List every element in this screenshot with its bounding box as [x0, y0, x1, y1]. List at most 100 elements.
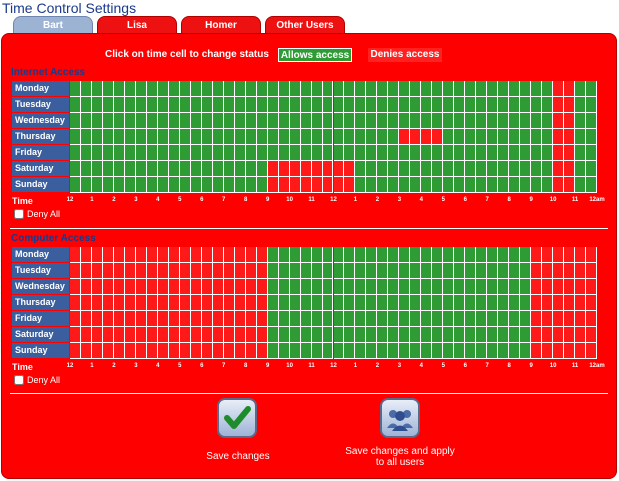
internet-time-cell[interactable]: [124, 145, 136, 161]
internet-time-cell[interactable]: [476, 145, 488, 161]
internet-time-cell[interactable]: [300, 161, 312, 177]
internet-time-cell[interactable]: [267, 81, 279, 97]
internet-time-cell[interactable]: [311, 113, 323, 129]
internet-time-cell[interactable]: [399, 145, 411, 161]
internet-time-cell[interactable]: [91, 113, 103, 129]
computer-time-cell[interactable]: [146, 295, 158, 311]
internet-time-cell[interactable]: [157, 145, 169, 161]
internet-time-cell[interactable]: [553, 113, 565, 129]
internet-time-cell[interactable]: [366, 113, 378, 129]
computer-time-cell[interactable]: [234, 311, 246, 327]
internet-time-cell[interactable]: [476, 113, 488, 129]
computer-time-cell[interactable]: [410, 263, 422, 279]
internet-time-cell[interactable]: [564, 113, 576, 129]
internet-time-cell[interactable]: [245, 177, 257, 193]
computer-time-cell[interactable]: [190, 279, 202, 295]
internet-time-cell[interactable]: [553, 145, 565, 161]
computer-time-cell[interactable]: [531, 343, 543, 359]
computer-time-cell[interactable]: [465, 263, 477, 279]
computer-time-cell[interactable]: [443, 327, 455, 343]
computer-time-cell[interactable]: [300, 263, 312, 279]
computer-time-cell[interactable]: [289, 263, 301, 279]
computer-time-cell[interactable]: [366, 263, 378, 279]
computer-time-cell[interactable]: [212, 343, 224, 359]
internet-time-cell[interactable]: [388, 129, 400, 145]
internet-time-cell[interactable]: [190, 97, 202, 113]
internet-time-cell[interactable]: [498, 129, 510, 145]
internet-time-cell[interactable]: [256, 81, 268, 97]
computer-time-cell[interactable]: [388, 311, 400, 327]
internet-time-cell[interactable]: [564, 145, 576, 161]
computer-time-cell[interactable]: [91, 263, 103, 279]
internet-time-cell[interactable]: [223, 113, 235, 129]
internet-time-cell[interactable]: [168, 177, 180, 193]
internet-time-cell[interactable]: [586, 81, 597, 97]
computer-time-cell[interactable]: [377, 311, 389, 327]
internet-time-cell[interactable]: [575, 129, 586, 145]
internet-time-cell[interactable]: [267, 97, 279, 113]
computer-time-cell[interactable]: [256, 295, 268, 311]
computer-time-cell[interactable]: [542, 343, 554, 359]
computer-time-cell[interactable]: [300, 311, 312, 327]
computer-time-cell[interactable]: [113, 247, 125, 263]
computer-time-cell[interactable]: [212, 263, 224, 279]
computer-time-cell[interactable]: [421, 247, 433, 263]
computer-time-cell[interactable]: [355, 263, 367, 279]
internet-time-cell[interactable]: [509, 161, 521, 177]
computer-time-cell[interactable]: [311, 343, 323, 359]
internet-time-cell[interactable]: [487, 161, 499, 177]
computer-time-cell[interactable]: [421, 263, 433, 279]
computer-time-cell[interactable]: [289, 327, 301, 343]
computer-time-cell[interactable]: [80, 247, 92, 263]
computer-time-cell[interactable]: [509, 327, 521, 343]
computer-time-cell[interactable]: [498, 343, 510, 359]
internet-time-cell[interactable]: [113, 81, 125, 97]
internet-time-cell[interactable]: [564, 97, 576, 113]
computer-time-cell[interactable]: [201, 263, 213, 279]
internet-time-cell[interactable]: [421, 145, 433, 161]
internet-time-cell[interactable]: [487, 177, 499, 193]
computer-time-cell[interactable]: [564, 263, 576, 279]
internet-time-cell[interactable]: [80, 129, 92, 145]
computer-time-cell[interactable]: [179, 247, 191, 263]
internet-time-cell[interactable]: [322, 161, 334, 177]
internet-time-cell[interactable]: [443, 81, 455, 97]
computer-time-cell[interactable]: [586, 247, 597, 263]
internet-time-cell[interactable]: [509, 97, 521, 113]
internet-time-cell[interactable]: [575, 177, 586, 193]
computer-time-cell[interactable]: [377, 295, 389, 311]
computer-time-cell[interactable]: [124, 295, 136, 311]
internet-time-cell[interactable]: [267, 161, 279, 177]
computer-deny-all-checkbox[interactable]: [14, 375, 24, 385]
computer-time-cell[interactable]: [388, 263, 400, 279]
internet-time-cell[interactable]: [366, 145, 378, 161]
internet-time-cell[interactable]: [487, 81, 499, 97]
computer-time-cell[interactable]: [311, 247, 323, 263]
internet-time-cell[interactable]: [322, 97, 334, 113]
internet-time-cell[interactable]: [564, 129, 576, 145]
internet-time-cell[interactable]: [234, 113, 246, 129]
computer-time-cell[interactable]: [135, 247, 147, 263]
computer-time-cell[interactable]: [179, 279, 191, 295]
computer-time-cell[interactable]: [509, 295, 521, 311]
computer-time-cell[interactable]: [443, 247, 455, 263]
internet-time-cell[interactable]: [553, 161, 565, 177]
computer-time-cell[interactable]: [421, 311, 433, 327]
internet-time-cell[interactable]: [498, 81, 510, 97]
internet-time-cell[interactable]: [410, 161, 422, 177]
internet-time-cell[interactable]: [498, 161, 510, 177]
computer-time-cell[interactable]: [432, 263, 444, 279]
internet-time-cell[interactable]: [70, 97, 81, 113]
internet-time-cell[interactable]: [234, 145, 246, 161]
internet-time-cell[interactable]: [300, 113, 312, 129]
computer-time-cell[interactable]: [234, 263, 246, 279]
computer-time-cell[interactable]: [498, 295, 510, 311]
computer-time-cell[interactable]: [476, 343, 488, 359]
computer-time-cell[interactable]: [278, 295, 290, 311]
internet-time-cell[interactable]: [509, 145, 521, 161]
internet-time-cell[interactable]: [124, 113, 136, 129]
internet-time-cell[interactable]: [157, 81, 169, 97]
internet-time-cell[interactable]: [333, 129, 345, 145]
internet-time-cell[interactable]: [333, 81, 345, 97]
internet-time-cell[interactable]: [355, 177, 367, 193]
